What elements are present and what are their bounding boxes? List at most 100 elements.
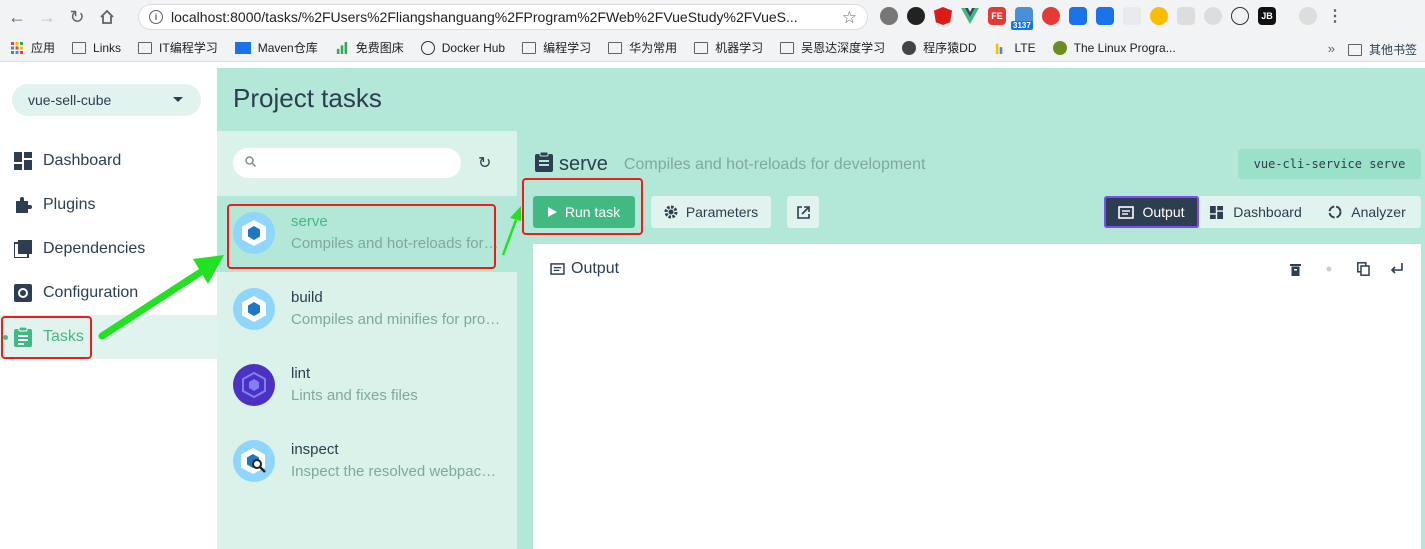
bookmark-deeplearning[interactable]: 吴恩达深度学习 [780, 39, 885, 56]
bookmark-apps[interactable]: 应用 [10, 39, 55, 56]
folder-icon [694, 41, 709, 54]
dependencies-icon [13, 239, 33, 259]
sidebar-item-plugins[interactable]: Plugins [0, 183, 217, 227]
address-bar[interactable]: i localhost:8000/tasks/%2FUsers%2Fliangs… [138, 4, 868, 30]
task-command: vue-cli-service serve [1238, 149, 1421, 179]
search-input[interactable] [233, 148, 461, 178]
sidebar-item-label: Dashboard [43, 152, 122, 169]
puzzle-icon [13, 195, 33, 215]
run-task-button[interactable]: Run task [533, 196, 635, 228]
bookmark-maven[interactable]: Maven仓库 [234, 39, 318, 56]
view-tab-output[interactable]: Output [1104, 196, 1199, 228]
view-tab-dashboard[interactable]: Dashboard [1199, 196, 1313, 228]
other-bookmarks[interactable]: 其他书签 [1347, 41, 1417, 58]
task-details-name: serve [559, 153, 608, 175]
view-tab-analyzer[interactable]: Analyzer [1313, 196, 1421, 228]
info-icon[interactable]: i [149, 10, 163, 24]
sidebar-item-dependencies[interactable]: Dependencies [0, 227, 217, 271]
output-title-label: Output [571, 260, 620, 277]
fe-extension-icon[interactable]: FE [988, 7, 1006, 25]
bookmark-coding[interactable]: 编程学习 [522, 39, 591, 56]
folder-icon [522, 41, 537, 54]
clock-extension-icon[interactable] [1204, 7, 1222, 25]
folder-icon [1347, 43, 1362, 56]
folder-icon [608, 41, 623, 54]
gear-extension-icon[interactable] [1177, 7, 1195, 25]
bookmark-links[interactable]: Links [72, 41, 121, 55]
apps-grid-icon [11, 41, 23, 54]
bookmark-imagebed[interactable]: 免费图床 [335, 39, 404, 56]
speed-extension-icon[interactable] [907, 7, 925, 25]
bookmark-label: 程序猿DD [923, 41, 977, 55]
bookmark-label: 免费图床 [355, 41, 404, 55]
bookmark-label: The Linux Progra... [1073, 40, 1176, 55]
puzzle-extension-icon[interactable] [1069, 7, 1087, 25]
bookmark-label: Docker Hub [441, 40, 506, 55]
wrap-icon[interactable] [1387, 263, 1407, 275]
menu-icon[interactable]: ⋮ [1326, 7, 1344, 25]
task-details-title: serve Compiles and hot-reloads for devel… [535, 151, 925, 177]
task-item-inspect[interactable]: inspect Inspect the resolved webpack con… [217, 424, 517, 500]
bookmark-huawei[interactable]: 华为常用 [608, 39, 677, 56]
task-item-lint[interactable]: lint Lints and fixes files [217, 348, 517, 424]
sidebar-item-configuration[interactable]: Configuration [0, 271, 217, 315]
dashboard-icon [13, 151, 33, 171]
home-icon[interactable] [94, 4, 120, 30]
bookmark-docker[interactable]: Docker Hub [420, 40, 506, 55]
task-item-serve[interactable]: serve Compiles and hot-reloads for devel… [217, 196, 517, 272]
task-list: ↻ serve Compiles and hot-reloads for dev… [217, 131, 517, 549]
task-description: Compiles and minifies for production [291, 311, 501, 328]
profile-avatar-icon[interactable] [1299, 7, 1317, 25]
sidebar-item-tasks[interactable]: Tasks [0, 315, 217, 359]
task-name: inspect [291, 441, 339, 458]
stop-extension-icon[interactable] [1042, 7, 1060, 25]
download-extension-icon[interactable] [1096, 7, 1114, 25]
open-external-button[interactable] [787, 196, 819, 228]
forward-icon[interactable]: → [34, 4, 60, 30]
task-description: Compiles and hot-reloads for development [291, 235, 501, 252]
page-header: Project tasks [217, 68, 1425, 131]
task-description: Lints and fixes files [291, 387, 418, 404]
badge-extension-icon[interactable]: 3137 [1011, 7, 1033, 30]
analyzer-icon [1328, 205, 1342, 219]
jb-extension-icon[interactable]: JB [1258, 7, 1276, 25]
bookmark-label: Maven仓库 [257, 41, 318, 55]
bookmark-lte[interactable]: LTE [994, 41, 1036, 55]
search-icon [245, 156, 257, 170]
bookmark-label: 吴恩达深度学习 [801, 41, 886, 55]
settings-extension-icon[interactable] [880, 7, 898, 25]
task-name: build [291, 289, 323, 306]
parameters-button[interactable]: Parameters [651, 196, 771, 228]
trash-icon[interactable] [1285, 263, 1305, 276]
vue-extension-icon[interactable] [961, 7, 979, 25]
bookmark-label: IT编程学习 [159, 41, 218, 55]
bookmark-label: 编程学习 [543, 41, 592, 55]
bookmark-linux[interactable]: The Linux Progra... [1052, 40, 1176, 55]
bookmark-star-icon[interactable]: ☆ [842, 8, 857, 28]
chart-icon [995, 43, 1002, 54]
project-select[interactable]: vue-sell-cube [12, 84, 201, 116]
eslint-icon [233, 364, 275, 406]
task-details: serve Compiles and hot-reloads for devel… [517, 131, 1425, 549]
reload-icon[interactable]: ↻ [64, 4, 90, 30]
page-title: Project tasks [233, 83, 382, 113]
folder-icon [72, 41, 87, 54]
check-extension-icon[interactable] [1150, 7, 1168, 25]
bookmarks-more-button[interactable]: » [1328, 41, 1335, 56]
angular-extension-icon[interactable] [934, 7, 952, 25]
project-name: vue-sell-cube [28, 92, 112, 108]
back-icon[interactable]: ← [4, 4, 30, 30]
copy-icon[interactable] [1353, 262, 1373, 276]
bookmark-ml[interactable]: 机器学习 [694, 39, 763, 56]
sidebar-item-dashboard[interactable]: Dashboard [0, 139, 217, 183]
output-icon [1118, 205, 1135, 219]
app-sidebar: vue-sell-cube Dashboard Plugins Dependen… [0, 68, 217, 549]
refresh-icon[interactable]: ↻ [478, 153, 491, 173]
task-item-build[interactable]: build Compiles and minifies for producti… [217, 272, 517, 348]
task-name: lint [291, 365, 311, 382]
bookmarks-bar: 应用 Links IT编程学习 Maven仓库 免费图床 Docker Hub … [0, 34, 1425, 62]
bookmark-dd[interactable]: 程序猿DD [902, 39, 977, 56]
bookmark-it[interactable]: IT编程学习 [138, 39, 218, 56]
code-extension-icon[interactable] [1231, 7, 1249, 25]
hand-extension-icon[interactable] [1123, 7, 1141, 25]
